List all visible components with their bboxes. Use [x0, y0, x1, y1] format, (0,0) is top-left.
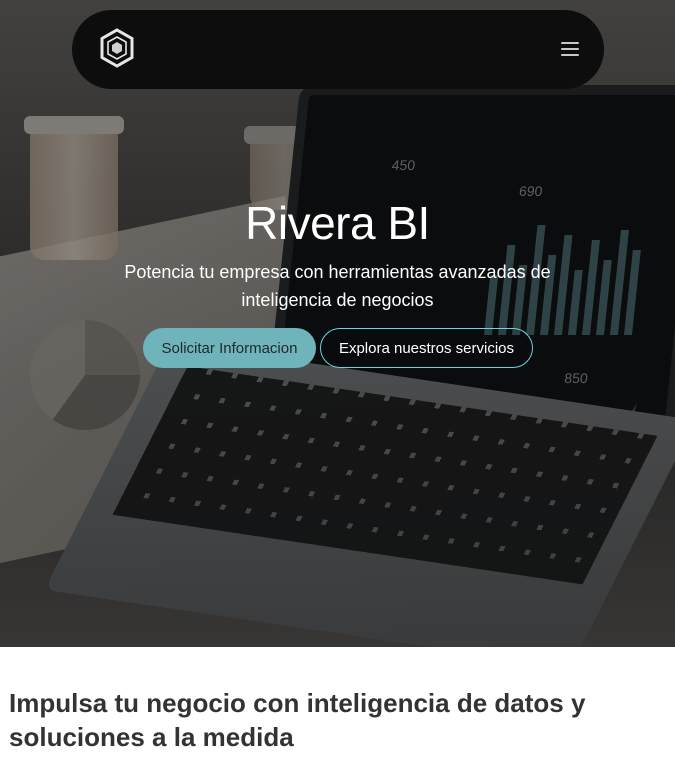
request-info-button[interactable]: Solicitar Informacion [143, 328, 316, 368]
hero-subtitle: Potencia tu empresa con herramientas ava… [124, 262, 551, 310]
logo-tagline: · · · · · [107, 66, 129, 71]
section-title: Impulsa tu negocio con inteligencia de d… [9, 688, 586, 752]
hero-section: 450 690 850 · · · · · Rivera BI Potencia… [0, 0, 675, 647]
navbar: · · · · · [72, 10, 604, 89]
hexagon-cube-logo[interactable] [100, 28, 134, 68]
hero-title: Rivera BI [245, 197, 430, 249]
hamburger-menu-icon[interactable] [558, 39, 582, 59]
hero-dark-overlay [0, 0, 675, 647]
explore-services-button[interactable]: Explora nuestros servicios [320, 328, 533, 368]
